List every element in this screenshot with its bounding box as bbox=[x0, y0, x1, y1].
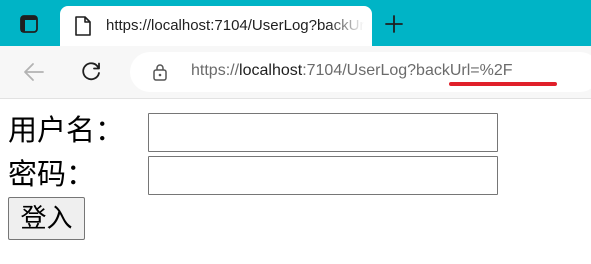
username-input[interactable] bbox=[148, 113, 498, 152]
login-form: 用户名： 密码： 登入 bbox=[0, 98, 591, 264]
page-icon bbox=[75, 16, 91, 36]
address-url[interactable]: https://localhost:7104/UserLog?backUrl=%… bbox=[191, 62, 513, 80]
tab-strip: https://localhost:7104/UserLog?backUrl=%… bbox=[0, 0, 591, 46]
password-label: 密码： bbox=[8, 157, 96, 191]
login-button[interactable]: 登入 bbox=[8, 197, 85, 240]
reload-icon bbox=[82, 62, 100, 81]
lock-icon[interactable] bbox=[152, 63, 168, 81]
back-button[interactable] bbox=[20, 58, 48, 86]
url-scheme: https:// bbox=[191, 62, 240, 79]
url-host: localhost bbox=[239, 62, 303, 79]
browser-tab[interactable]: https://localhost:7104/UserLog?backUrl=%… bbox=[60, 6, 372, 46]
tab-actions-button[interactable] bbox=[10, 8, 48, 40]
plus-icon bbox=[385, 15, 403, 33]
url-highlight-underline bbox=[449, 82, 557, 86]
password-input[interactable] bbox=[148, 156, 498, 195]
browser-toolbar: https://localhost:7104/UserLog?backUrl=%… bbox=[0, 46, 591, 99]
url-path: :7104/UserLog?backUrl=%2F bbox=[302, 62, 513, 79]
tab-actions-icon bbox=[20, 15, 38, 33]
back-arrow-icon bbox=[24, 63, 44, 81]
new-tab-button[interactable] bbox=[380, 10, 408, 38]
reload-button[interactable] bbox=[77, 58, 105, 86]
username-label: 用户名： bbox=[8, 113, 125, 147]
tab-title: https://localhost:7104/UserLog?backUrl=%… bbox=[106, 17, 364, 34]
address-bar[interactable]: https://localhost:7104/UserLog?backUrl=%… bbox=[130, 52, 591, 92]
